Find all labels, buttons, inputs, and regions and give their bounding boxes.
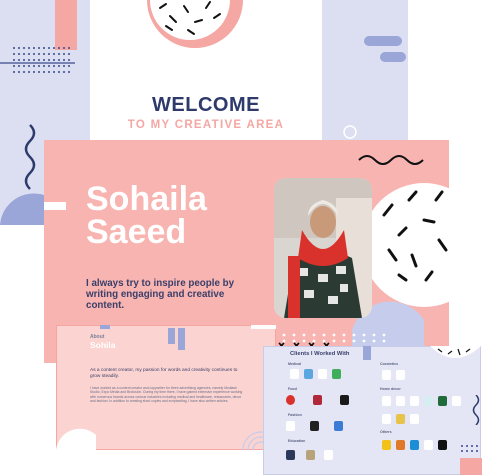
dot-grid-shape	[13, 47, 70, 73]
client-logo	[396, 396, 405, 406]
client-logo	[424, 440, 433, 450]
hero-first-name: Sohaila	[86, 180, 207, 218]
client-logo	[334, 421, 343, 431]
hero-quote: I always try to inspire people by writin…	[86, 278, 235, 311]
pattern-circle-shape	[362, 183, 449, 307]
client-logo	[410, 414, 419, 424]
squiggle-shape	[472, 395, 480, 425]
clients-title: Clients I Worked With	[290, 351, 350, 357]
client-logo	[332, 369, 341, 379]
client-logo	[286, 421, 295, 431]
client-logo	[318, 369, 327, 379]
client-logo	[286, 395, 295, 405]
client-logo	[304, 369, 313, 379]
client-logo	[324, 450, 333, 460]
hero-name: Sohaila Saeed	[86, 180, 207, 251]
pattern-corner-shape	[430, 346, 481, 358]
category-home-decor: Home decor	[380, 387, 401, 391]
half-circle-shape	[0, 193, 44, 225]
category-food: Food	[288, 387, 297, 391]
client-logo	[396, 440, 405, 450]
category-medical: Medical	[288, 362, 302, 366]
category-fashion: Fashion	[288, 413, 302, 417]
client-logo	[310, 421, 319, 431]
client-logo	[424, 396, 433, 406]
client-logo	[290, 369, 299, 379]
client-logo	[382, 440, 391, 450]
bar-shape	[363, 346, 371, 360]
client-logo	[438, 440, 447, 450]
client-logo	[410, 440, 419, 450]
client-logo	[452, 396, 461, 406]
wave-shape	[358, 155, 424, 165]
client-logo	[382, 396, 391, 406]
client-logo	[382, 414, 391, 424]
white-bar-shape	[44, 202, 66, 210]
about-intro: As a content creator, my passion for wor…	[90, 368, 238, 379]
client-logo	[382, 370, 391, 380]
welcome-title: WELCOME	[152, 94, 260, 116]
about-name: Sohila	[90, 340, 116, 350]
pattern-circle-shape	[147, 0, 243, 48]
client-logo	[306, 450, 315, 460]
bar-shape	[364, 36, 402, 46]
squiggle-shape	[24, 124, 36, 190]
category-others: Others	[380, 430, 392, 434]
client-logo	[438, 396, 447, 406]
client-logo	[286, 450, 295, 460]
about-body: I have worked as a content creator and c…	[90, 386, 243, 404]
pink-block-shape	[55, 0, 77, 50]
category-cosmetics: Cosmetics	[380, 362, 399, 366]
client-logo	[396, 370, 405, 380]
hero-last-name: Saeed	[86, 213, 187, 251]
corner-decorations	[460, 445, 482, 475]
client-logo	[410, 396, 419, 406]
bar-shape	[380, 52, 406, 62]
client-logo	[396, 414, 405, 424]
half-circle-shape	[56, 428, 96, 450]
client-logo	[313, 395, 322, 405]
category-education: Education	[288, 439, 306, 443]
client-logo	[340, 395, 349, 405]
welcome-subtitle: TO MY CREATIVE AREA	[127, 119, 285, 131]
profile-photo	[274, 178, 372, 318]
